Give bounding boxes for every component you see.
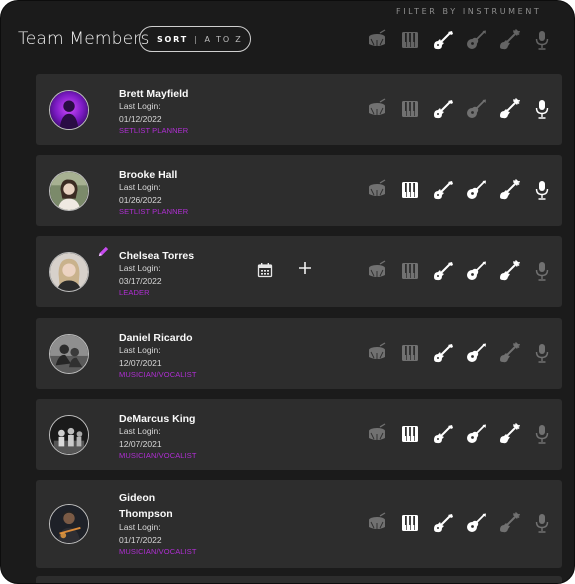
member-role: MUSICIAN/VOCALIST — [119, 451, 197, 460]
member-card[interactable]: Gideon Thompson Last Login: 01/17/2022 M… — [36, 480, 562, 568]
member-role: MUSICIAN/VOCALIST — [119, 547, 197, 556]
drum-icon — [366, 512, 388, 534]
piano-keys-icon — [399, 98, 421, 120]
member-name-line1: Gideon — [119, 492, 156, 504]
last-login-date: 01/12/2022 — [119, 114, 162, 124]
last-login-date: 01/17/2022 — [119, 535, 162, 545]
avatar — [49, 504, 89, 544]
microphone-icon — [531, 342, 553, 364]
member-card[interactable]: Brett Mayfield Last Login: 01/12/2022 SE… — [36, 74, 562, 145]
avatar — [49, 171, 89, 211]
piano-keys-icon — [399, 179, 421, 201]
piano-keys-icon — [399, 260, 421, 282]
last-login-date: 12/07/2021 — [119, 439, 162, 449]
bass-guitar-icon — [498, 512, 520, 534]
pencil-icon[interactable] — [97, 245, 110, 258]
member-role: MUSICIAN/VOCALIST — [119, 370, 197, 379]
member-role: SETLIST PLANNER — [119, 126, 189, 135]
piano-keys-icon — [399, 423, 421, 445]
avatar — [49, 90, 89, 130]
member-instruments — [366, 260, 553, 282]
member-card[interactable]: Chelsea Torres Last Login: 03/17/2022 LE… — [36, 236, 562, 307]
microphone-icon — [531, 423, 553, 445]
acoustic-guitar-icon — [465, 342, 487, 364]
drum-icon — [366, 423, 388, 445]
app-screen: FILTER BY INSTRUMENT Team Members SORT |… — [0, 0, 575, 584]
calendar-icon[interactable] — [257, 262, 273, 278]
microphone-icon[interactable] — [531, 29, 553, 51]
avatar — [49, 415, 89, 455]
page-title: Team Members — [18, 29, 150, 49]
member-card[interactable]: Brooke Hall Last Login: 01/26/2022 SETLI… — [36, 155, 562, 226]
avatar — [49, 252, 89, 292]
microphone-icon — [531, 98, 553, 120]
last-login-date: 12/07/2021 — [119, 358, 162, 368]
electric-guitar-icon — [432, 260, 454, 282]
electric-guitar-icon — [432, 512, 454, 534]
drum-icon — [366, 342, 388, 364]
member-instruments — [366, 179, 553, 201]
bass-guitar-icon — [498, 179, 520, 201]
drum-icon — [366, 260, 388, 282]
acoustic-guitar-icon — [465, 179, 487, 201]
drum-icon — [366, 179, 388, 201]
microphone-icon — [531, 260, 553, 282]
piano-keys-icon — [399, 342, 421, 364]
member-card[interactable]: DeMarcus King Last Login: 12/07/2021 MUS… — [36, 399, 562, 470]
acoustic-guitar-icon — [465, 98, 487, 120]
last-login-label: Last Login: — [119, 426, 161, 436]
acoustic-guitar-icon — [465, 423, 487, 445]
avatar — [49, 334, 89, 374]
electric-guitar-icon — [432, 423, 454, 445]
sort-key-label: SORT — [157, 34, 189, 44]
member-role: SETLIST PLANNER — [119, 207, 189, 216]
bass-guitar-icon — [498, 423, 520, 445]
acoustic-guitar-icon — [465, 260, 487, 282]
last-login-label: Last Login: — [119, 522, 161, 532]
last-login-label: Last Login: — [119, 263, 161, 273]
member-card-partial[interactable] — [36, 576, 562, 583]
member-instruments — [366, 342, 553, 364]
acoustic-guitar-icon — [465, 512, 487, 534]
member-instruments — [366, 512, 553, 534]
instrument-filter-bar — [366, 29, 553, 51]
piano-keys-icon — [399, 512, 421, 534]
electric-guitar-icon — [432, 179, 454, 201]
drum-icon[interactable] — [366, 29, 388, 51]
bass-guitar-icon — [498, 342, 520, 364]
last-login-label: Last Login: — [119, 345, 161, 355]
electric-guitar-icon — [432, 342, 454, 364]
microphone-icon — [531, 179, 553, 201]
last-login-label: Last Login: — [119, 101, 161, 111]
member-instruments — [366, 98, 553, 120]
last-login-date: 03/17/2022 — [119, 276, 162, 286]
member-role: LEADER — [119, 288, 150, 297]
sort-button[interactable]: SORT | A TO Z — [139, 26, 251, 52]
member-name-line2: Thompson — [119, 508, 173, 520]
bass-guitar-icon — [498, 260, 520, 282]
plus-icon[interactable] — [297, 260, 313, 276]
last-login-label: Last Login: — [119, 182, 161, 192]
last-login-date: 01/26/2022 — [119, 195, 162, 205]
acoustic-guitar-icon[interactable] — [465, 29, 487, 51]
microphone-icon — [531, 512, 553, 534]
drum-icon — [366, 98, 388, 120]
member-card[interactable]: Daniel Ricardo Last Login: 12/07/2021 MU… — [36, 318, 562, 389]
bass-guitar-icon[interactable] — [498, 29, 520, 51]
bass-guitar-icon — [498, 98, 520, 120]
member-instruments — [366, 423, 553, 445]
electric-guitar-icon — [432, 98, 454, 120]
filter-by-instrument-label: FILTER BY INSTRUMENT — [396, 7, 542, 16]
piano-keys-icon[interactable] — [399, 29, 421, 51]
sort-value-label: A TO Z — [204, 34, 243, 44]
electric-guitar-icon[interactable] — [432, 29, 454, 51]
sort-separator: | — [194, 34, 199, 44]
